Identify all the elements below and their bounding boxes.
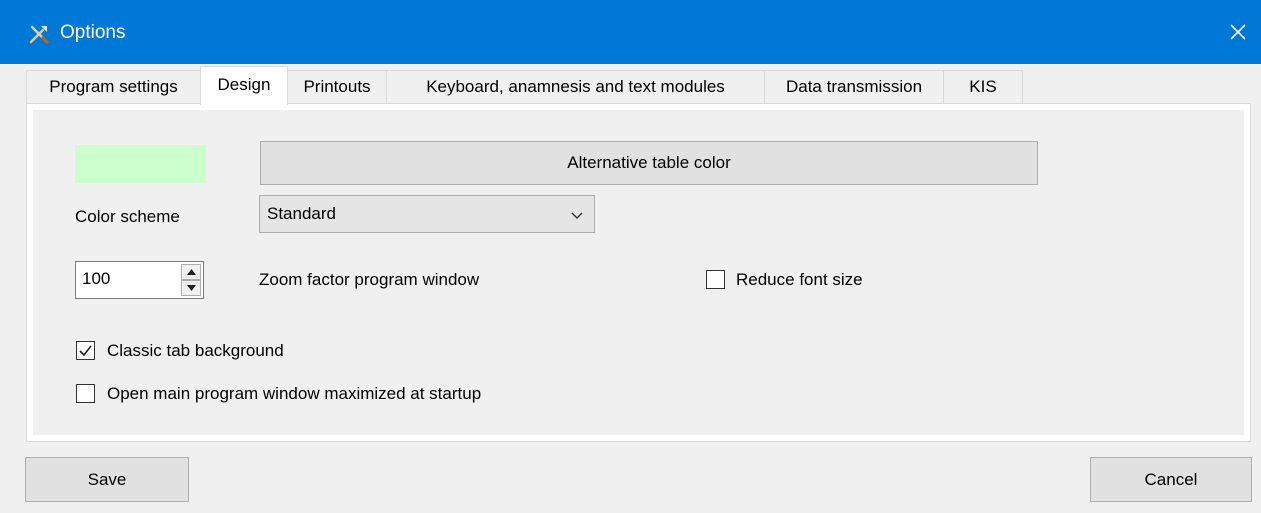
reduce-font-size-label: Reduce font size [736,270,863,289]
tab-printouts[interactable]: Printouts [287,70,387,104]
color-scheme-select[interactable]: Standard [259,195,595,233]
window-title: Options [60,22,126,43]
tab-label: Program settings [49,77,178,96]
stepper-up-icon[interactable] [181,264,201,280]
cancel-button[interactable]: Cancel [1090,457,1252,502]
reduce-font-size-checkbox[interactable] [706,270,725,289]
alt-table-color-button[interactable]: Alternative table color [260,141,1038,185]
tab-data-transmission[interactable]: Data transmission [764,70,944,104]
tools-icon [28,23,50,45]
tab-design[interactable]: Design [200,66,288,105]
color-scheme-value: Standard [267,204,336,223]
tab-label: KIS [969,77,997,96]
zoom-factor-value: 100 [82,269,111,288]
close-icon[interactable] [1215,0,1261,64]
classic-tab-background-label: Classic tab background [107,341,284,360]
open-maximized-checkbox[interactable] [76,384,95,403]
checkmark-icon [79,345,92,357]
tab-label: Data transmission [785,77,923,96]
tab-label: Keyboard, anamnesis and text modules [426,77,725,96]
tab-kis[interactable]: KIS [943,70,1023,104]
tab-label: Design [217,75,271,94]
classic-tab-background-checkbox[interactable] [76,341,95,360]
tab-label: Printouts [303,77,371,96]
tab-program-settings[interactable]: Program settings [26,70,201,104]
open-maximized-label: Open main program window maximized at st… [107,384,482,403]
stepper-down-icon[interactable] [181,280,201,296]
save-button[interactable]: Save [25,457,189,502]
chevron-down-icon [570,208,584,222]
stepper-arrows [181,264,201,296]
title-bar: Options [0,0,1261,64]
zoom-factor-stepper[interactable]: 100 [75,261,204,299]
tab-keyboard-anamnesis-text-modules[interactable]: Keyboard, anamnesis and text modules [386,70,765,104]
color-scheme-label: Color scheme [75,207,180,226]
zoom-factor-label: Zoom factor program window [259,270,480,289]
alt-table-color-swatch [75,145,206,183]
